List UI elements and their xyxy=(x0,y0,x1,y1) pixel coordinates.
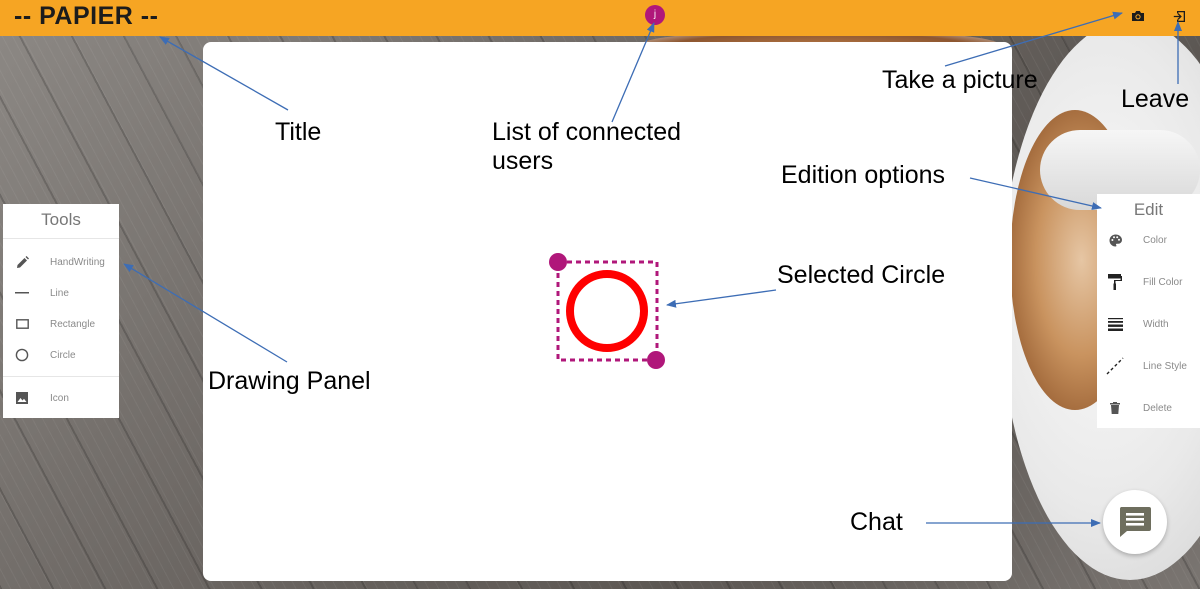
line-weight-icon xyxy=(1105,314,1125,334)
trash-icon xyxy=(1105,398,1125,418)
edit-color-label: Color xyxy=(1143,234,1167,246)
annotation-take-picture: Take a picture xyxy=(882,66,1038,94)
tool-handwriting[interactable]: HandWriting xyxy=(3,250,119,274)
resize-handle-bottom-right[interactable] xyxy=(647,351,665,369)
edit-width[interactable]: Width xyxy=(1097,310,1200,338)
annotation-edition-options: Edition options xyxy=(781,161,946,189)
tools-divider xyxy=(3,376,119,377)
edit-fill-color-label: Fill Color xyxy=(1143,276,1183,288)
pencil-icon xyxy=(14,254,30,270)
connected-user-avatar[interactable]: j xyxy=(645,5,665,25)
line-icon xyxy=(14,285,30,301)
tool-rectangle[interactable]: Rectangle xyxy=(3,312,119,336)
annotation-selected-circle: Selected Circle xyxy=(777,261,946,289)
take-picture-button[interactable] xyxy=(1128,6,1148,26)
chat-button[interactable] xyxy=(1103,490,1167,554)
tools-panel: Tools HandWriting Line Rectangle Circle … xyxy=(3,204,119,418)
annotation-chat: Chat xyxy=(850,508,903,536)
edit-color[interactable]: Color xyxy=(1097,226,1200,254)
rectangle-icon xyxy=(14,316,30,332)
leave-icon xyxy=(1173,10,1185,22)
annotation-leave: Leave xyxy=(1121,85,1190,113)
tool-rectangle-label: Rectangle xyxy=(50,318,96,330)
tool-icon-label: Icon xyxy=(50,392,69,404)
chat-icon xyxy=(1119,507,1151,537)
tool-handwriting-label: HandWriting xyxy=(50,256,105,268)
edit-line-style[interactable]: Line Style xyxy=(1097,352,1200,380)
camera-icon xyxy=(1132,11,1144,21)
resize-handle-top-left[interactable] xyxy=(549,253,567,271)
edit-delete[interactable]: Delete xyxy=(1097,394,1200,422)
edit-delete-label: Delete xyxy=(1143,402,1172,414)
annotation-drawing-panel: Drawing Panel xyxy=(208,367,371,395)
circle-icon xyxy=(14,347,30,363)
annotation-users-line2: users xyxy=(492,147,554,175)
dashed-line-icon xyxy=(1105,356,1125,376)
edit-panel: Edit Color Fill Color Width Line Style D… xyxy=(1097,194,1200,428)
app-title: -- PAPIER -- xyxy=(14,2,159,30)
annotation-title: Title xyxy=(275,118,322,146)
tool-line-label: Line xyxy=(50,287,69,299)
tool-circle[interactable]: Circle xyxy=(3,343,119,367)
image-icon xyxy=(14,390,30,406)
edit-panel-title: Edit xyxy=(1133,200,1164,219)
tools-panel-title: Tools xyxy=(3,204,119,239)
annotation-users-line1: List of connected xyxy=(492,118,682,146)
tool-circle-label: Circle xyxy=(50,349,76,361)
top-bar: -- PAPIER -- j xyxy=(0,0,1200,36)
edit-fill-color[interactable]: Fill Color xyxy=(1097,268,1200,296)
paint-roller-icon xyxy=(1105,272,1125,292)
leave-button[interactable] xyxy=(1169,6,1189,26)
tool-icon[interactable]: Icon xyxy=(3,386,119,410)
edit-width-label: Width xyxy=(1143,318,1169,330)
palette-icon xyxy=(1105,230,1125,250)
tool-line[interactable]: Line xyxy=(3,281,119,305)
edit-line-style-label: Line Style xyxy=(1143,360,1187,372)
